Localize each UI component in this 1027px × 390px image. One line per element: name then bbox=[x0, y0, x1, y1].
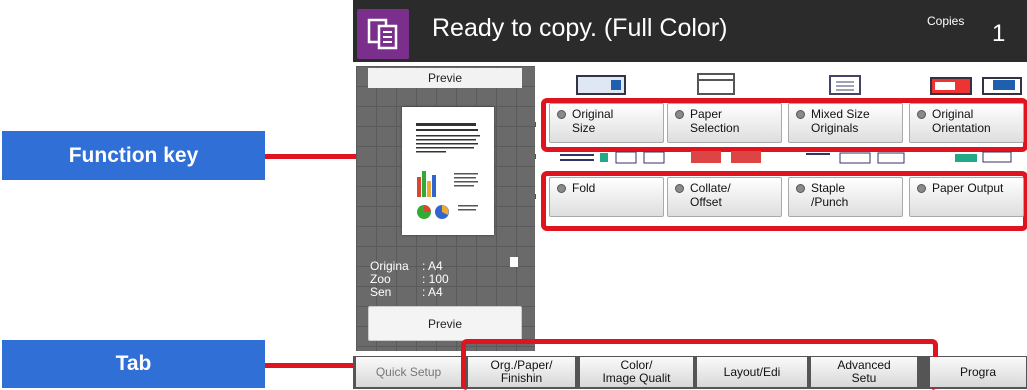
tab-layout-label: Layout/Edi bbox=[723, 364, 781, 379]
paper-selection-label-line2: Selection bbox=[690, 121, 740, 135]
paper-output-button[interactable]: Paper Output bbox=[909, 177, 1024, 217]
collate-label-line2: Offset bbox=[690, 195, 722, 209]
zoom-label: Zoo bbox=[370, 272, 391, 286]
setting-indicator-icon bbox=[557, 184, 566, 193]
send-size-info: Sen : A4 bbox=[370, 285, 443, 299]
orientation-preview-icon bbox=[927, 70, 1023, 96]
staple-icons bbox=[806, 150, 906, 164]
status-title: Ready to copy. (Full Color) bbox=[432, 14, 728, 42]
tab-layout-edit[interactable]: Layout/Edi bbox=[697, 357, 807, 387]
fold-button[interactable]: Fold bbox=[549, 177, 664, 217]
copies-count[interactable]: 1 bbox=[992, 20, 1005, 48]
original-size-value: : A4 bbox=[422, 259, 443, 273]
tab-org-paper-finishing[interactable]: Org./Paper/Finishin bbox=[468, 357, 575, 387]
original-size-label-line2: Size bbox=[572, 121, 596, 135]
original-orientation-button[interactable]: Original Orientation bbox=[909, 103, 1024, 143]
tab-color-image-quality[interactable]: Color/Image Qualit bbox=[580, 357, 693, 387]
paper-tray-icon bbox=[696, 70, 740, 96]
send-size-label: Sen bbox=[370, 285, 392, 299]
setting-indicator-icon bbox=[557, 110, 566, 119]
setting-indicator-icon bbox=[675, 110, 684, 119]
original-size-info: Origina : A4 bbox=[370, 259, 443, 273]
original-size-button[interactable]: Original Size bbox=[549, 103, 664, 143]
mixed-size-label-line2: Originals bbox=[811, 121, 859, 135]
send-size-value: : A4 bbox=[422, 285, 443, 299]
fold-icons bbox=[560, 150, 670, 164]
copies-label: Copies bbox=[927, 14, 965, 28]
preview-title: Previe bbox=[368, 68, 522, 88]
mixed-size-originals-button[interactable]: Mixed Size Originals bbox=[788, 103, 903, 143]
preview-button[interactable]: Previe bbox=[368, 306, 522, 341]
collate-offset-button[interactable]: Collate/ Offset bbox=[667, 177, 782, 217]
paper-selection-button[interactable]: Paper Selection bbox=[667, 103, 782, 143]
collate-label: Collate/ bbox=[690, 181, 731, 195]
zoom-info: Zoo : 100 bbox=[370, 272, 449, 286]
tab-callout-label: Tab bbox=[115, 352, 152, 375]
collate-icons bbox=[691, 150, 771, 164]
setting-indicator-icon bbox=[796, 110, 805, 119]
mixed-size-icon bbox=[826, 70, 876, 96]
paper-output-label: Paper Output bbox=[932, 181, 1004, 195]
orientation-icon bbox=[510, 257, 518, 267]
original-size-icon bbox=[575, 70, 627, 96]
paper-selection-label: Paper bbox=[690, 107, 723, 121]
setting-indicator-icon bbox=[675, 184, 684, 193]
copy-icon bbox=[357, 9, 409, 59]
mixed-size-label: Mixed Size bbox=[811, 107, 870, 121]
original-size-label: Original bbox=[572, 107, 614, 121]
original-orientation-label-line2: Orientation bbox=[932, 121, 991, 135]
tab-advanced-label-line2: Setu bbox=[851, 371, 877, 385]
zoom-value: : 100 bbox=[422, 272, 449, 286]
paper-output-icons bbox=[955, 150, 1015, 164]
function-key-callout: Function key bbox=[2, 131, 265, 180]
original-size-label: Origina bbox=[370, 259, 409, 273]
tab-org-label-line2: Finishin bbox=[500, 371, 543, 385]
tab-color-label-line2: Image Qualit bbox=[602, 371, 671, 385]
staple-punch-button[interactable]: Staple /Punch bbox=[788, 177, 903, 217]
staple-label-line2: /Punch bbox=[811, 195, 849, 209]
tab-advanced-setup[interactable]: Advanced Setu bbox=[811, 357, 917, 387]
preview-page-thumbnail bbox=[402, 107, 494, 235]
function-key-callout-label: Function key bbox=[68, 143, 199, 167]
tab-quick-setup[interactable]: Quick Setup bbox=[356, 357, 461, 387]
tab-program-label: Progra bbox=[959, 364, 997, 379]
staple-label: Staple bbox=[811, 181, 846, 195]
setting-indicator-icon bbox=[917, 184, 926, 193]
setting-indicator-icon bbox=[796, 184, 805, 193]
setting-indicator-icon bbox=[917, 110, 926, 119]
tab-quick-setup-label: Quick Setup bbox=[375, 364, 442, 379]
original-orientation-label: Original bbox=[932, 107, 974, 121]
tab-callout: Tab bbox=[2, 340, 265, 388]
tab-program[interactable]: Progra bbox=[930, 357, 1026, 387]
fold-label: Fold bbox=[572, 181, 596, 195]
